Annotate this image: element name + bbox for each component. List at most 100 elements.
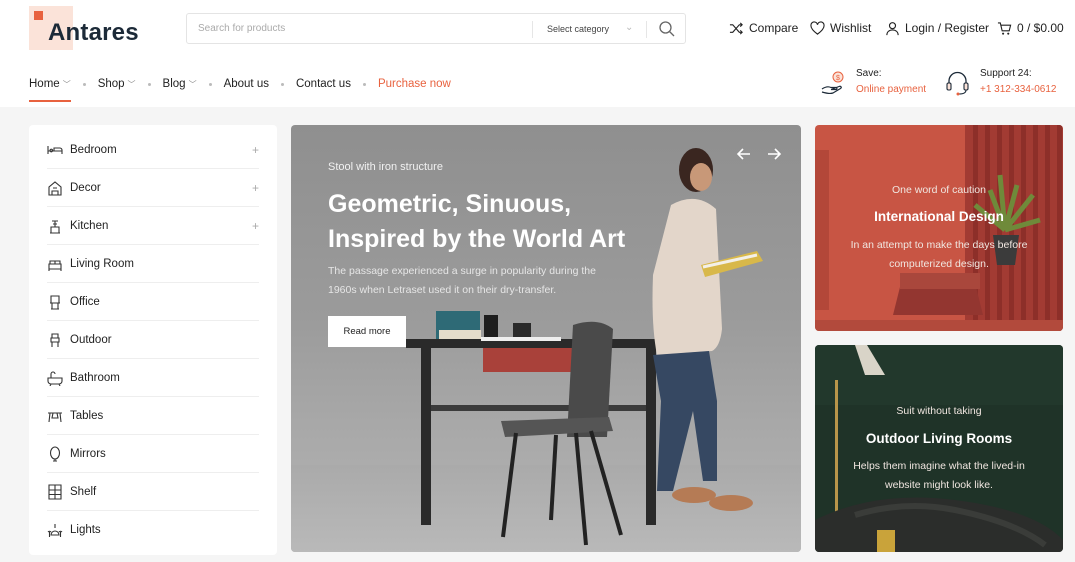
chevron-down-icon: ﹀ [188,79,197,89]
nav-contact-label: Contact us [295,78,351,90]
search-divider [532,21,533,38]
login-link[interactable]: Login / Register [885,20,989,36]
promo-international-design[interactable]: One word of caution International Design… [815,125,1063,331]
payment-hand-icon: $ [821,71,844,95]
login-label: Login / Register [905,21,990,35]
sidebar-item-lights[interactable]: Lights [47,511,259,549]
promo2-title: Outdoor Living Rooms [865,431,1013,446]
site-header: Antares Search for products Select categ… [0,0,1075,107]
promo2-background [815,345,1063,552]
category-select[interactable]: Select category [547,24,609,34]
mirror-icon [49,445,61,462]
sidebar-item-shelf[interactable]: Shelf [47,473,259,511]
wishlist-link[interactable]: Wishlist [810,20,871,36]
sidebar-item-label: Decor [70,181,101,194]
nav-home[interactable]: Home ﹀ [29,78,71,90]
nav-blog[interactable]: Blog ﹀ [163,78,197,90]
sidebar-item-office[interactable]: Office [47,283,259,321]
nav-shop-label: Shop [97,78,125,90]
cart-link[interactable]: 0 / $0.00 [997,20,1064,36]
sidebar-item-bathroom[interactable]: Bathroom [47,359,259,397]
chevron-down-icon[interactable]: ⌄ [625,22,633,33]
sidebar-item-label: Living Room [70,257,134,270]
compare-link[interactable]: Compare [729,20,798,36]
nav-separator [147,82,151,86]
nav-shop[interactable]: Shop ﹀ [98,78,136,90]
save-value: Online payment [856,84,927,95]
nav-contact[interactable]: Contact us [296,78,351,90]
headset-icon [946,71,969,96]
sidebar-item-label: Kitchen [70,219,109,232]
search-icon[interactable] [658,20,676,38]
sidebar-item-label: Bedroom [70,143,117,156]
promo2-kicker: Suit without taking [896,405,982,417]
main-nav: Home ﹀ Shop ﹀ Blog ﹀ About us Contact us Pu… [29,76,451,92]
promo2-text-line2: website might look like. [885,479,993,491]
hero-title-line2: Inspired by the World Art [328,225,626,253]
hero-title-line1: Geometric, Sinuous, [328,190,572,218]
lamp-icon [47,524,63,537]
nav-home-label: Home [29,78,60,90]
expand-icon[interactable]: + [252,181,259,195]
office-icon [50,294,60,310]
compare-label: Compare [749,21,799,35]
nav-separator [362,82,366,86]
nav-active-indicator [29,100,71,102]
sidebar-item-label: Bathroom [70,371,120,384]
sidebar-item-label: Outdoor [70,333,112,346]
nav-purchase-label: Purchase now [377,78,451,90]
category-sidebar: Bedroom + Decor + Kitchen + Living Room … [29,125,277,555]
user-icon [886,21,899,35]
chevron-down-icon: ﹀ [62,79,71,89]
search-divider-2 [646,21,647,38]
promo1-kicker: One word of caution [892,184,986,196]
support-info: Support 24: +1 312-334-0612 [944,68,1069,100]
sidebar-item-living-room[interactable]: Living Room [47,245,259,283]
sofa-icon [48,259,62,271]
sidebar-item-label: Mirrors [70,447,106,460]
chevron-down-icon: ﹀ [127,79,136,89]
arrow-left-icon[interactable] [735,145,753,163]
sidebar-item-outdoor[interactable]: Outdoor [47,321,259,359]
search-input[interactable]: Search for products [198,23,285,34]
hero-text-line1: The passage experienced a surge in popul… [328,265,596,277]
bathtub-icon [47,370,63,386]
nav-separator [82,82,86,86]
sidebar-item-decor[interactable]: Decor + [47,169,259,207]
outdoor-icon [50,332,60,347]
heart-icon [810,20,825,35]
nav-about-label: About us [223,78,269,90]
sidebar-item-label: Tables [70,409,104,422]
expand-icon[interactable]: + [252,219,259,233]
support-phone[interactable]: +1 312-334-0612 [980,84,1056,95]
promo2-text-line1: Helps them imagine what the lived-in [853,460,1025,472]
sidebar-item-bedroom[interactable]: Bedroom + [47,131,259,169]
hero-kicker: Stool with iron structure [328,161,443,173]
promo-outdoor-living-rooms[interactable]: Suit without taking Outdoor Living Rooms… [815,345,1063,552]
nav-blog-label: Blog [162,78,186,90]
promo1-text-line2: computerized design. [889,258,989,270]
cart-icon [997,21,1012,35]
cart-total: 0 / $0.00 [1017,21,1064,35]
promo1-background [815,125,1063,331]
hero-slider: Stool with iron structure Geometric, Sin… [291,125,801,552]
logo-accent [34,11,43,20]
promo1-title: International Design [874,209,1004,224]
sidebar-item-label: Lights [70,524,101,536]
nav-purchase[interactable]: Purchase now [378,78,451,90]
sidebar-item-kitchen[interactable]: Kitchen + [47,207,259,245]
svg-text:$: $ [836,75,840,82]
hero-text-line2: 1960s when Letraset used it on their dry… [328,284,557,296]
nav-about[interactable]: About us [224,78,269,90]
bed-icon [47,145,63,154]
save-info: $ Save: Online payment [820,68,935,100]
sidebar-item-tables[interactable]: Tables [47,397,259,435]
arrow-right-icon[interactable] [765,145,783,163]
kitchen-icon [50,219,60,234]
nav-separator [208,82,212,86]
decor-icon [48,180,62,196]
expand-icon[interactable]: + [252,143,259,157]
read-more-button[interactable]: Read more [328,316,406,347]
sidebar-item-mirrors[interactable]: Mirrors [47,435,259,473]
wishlist-label: Wishlist [830,21,872,35]
